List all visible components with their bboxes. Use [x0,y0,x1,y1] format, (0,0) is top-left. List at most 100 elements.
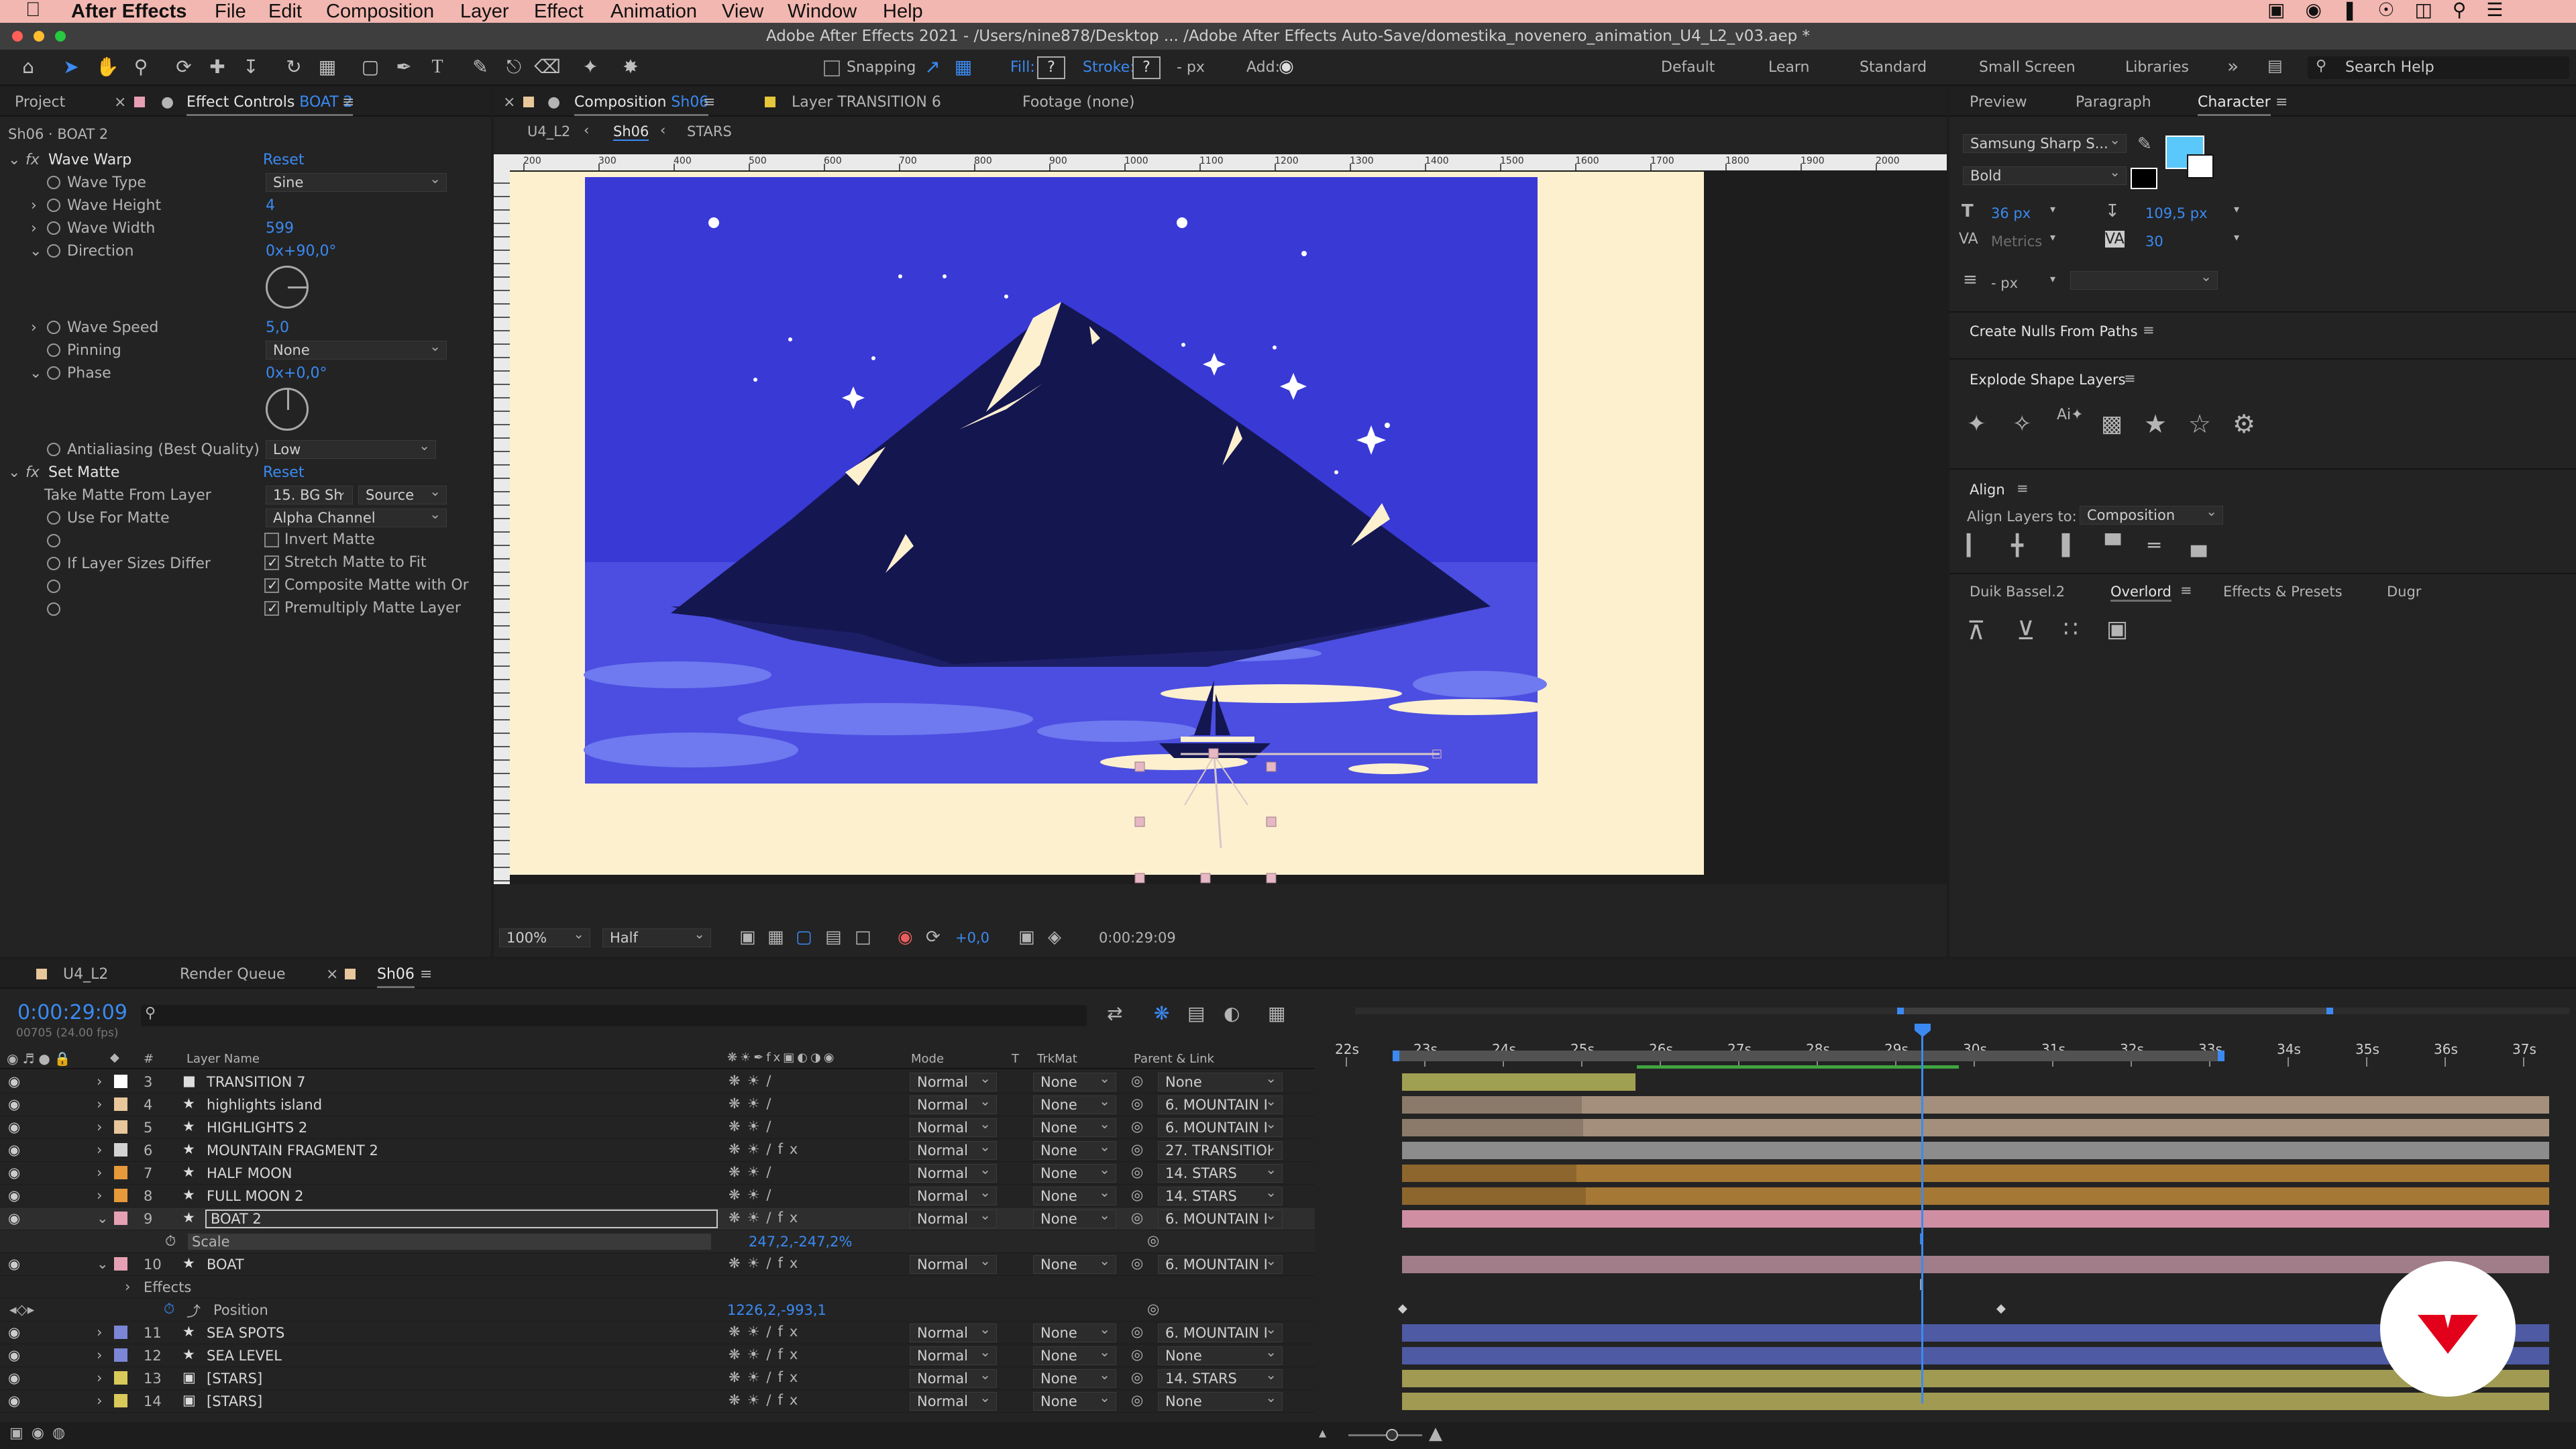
split-shapes-icon[interactable]: ∷ [2063,616,2078,643]
blending-mode-dropdown[interactable]: Normal [910,1389,997,1411]
parent-dropdown[interactable]: 14. STARS [1158,1366,1283,1388]
blending-mode-dropdown[interactable]: Normal [910,1161,997,1183]
invert-matte-checkbox[interactable] [264,533,279,547]
rectangle-tool-icon[interactable]: ▢ [357,54,384,80]
layer-row[interactable]: ◉ › 4 ★ highlights island ❋☀∕ Normal None ◎ 6. MO… [0,1092,1315,1116]
explode-stars-alt-icon[interactable]: ✧ [2012,411,2032,437]
draft-3d-icon[interactable]: ❋ [1154,1002,1169,1024]
track-matte-dropdown[interactable]: None [1033,1138,1116,1160]
layer-switches[interactable]: ❋☀∕fx [729,1255,804,1271]
tab-character[interactable]: Character [2198,94,2271,116]
layer-label-swatch[interactable] [114,1166,127,1179]
twirl-icon[interactable]: › [97,1347,102,1363]
visibility-eye-icon[interactable]: ◉ [8,1073,20,1089]
track-matte-dropdown[interactable]: None [1033,1320,1116,1342]
fx-icon[interactable]: fx [25,464,40,481]
stopwatch-icon[interactable] [47,557,60,570]
leading-value[interactable]: 109,5 px [2145,205,2208,221]
col-trkmat[interactable]: TrkMat [1037,1052,1077,1066]
region-of-interest-icon[interactable]: ▣ [739,927,756,947]
visibility-eye-icon[interactable]: ◉ [8,1370,20,1386]
panel-menu-icon[interactable]: ≡ [2124,370,2136,386]
parent-dropdown[interactable]: 6. MOUNTAIN I [1158,1092,1283,1114]
blending-mode-dropdown[interactable]: Normal [910,1183,997,1205]
panel-menu-icon[interactable]: ≡ [2017,480,2029,496]
fx-icon[interactable]: fx [25,152,40,168]
parent-dropdown[interactable]: 14. STARS [1158,1161,1283,1183]
snapshot-icon[interactable]: ▣ [1018,927,1035,947]
graph-icon[interactable]: ⤴ [186,1301,201,1321]
menu-composition[interactable]: Composition [326,1,434,23]
tab-paragraph[interactable]: Paragraph [2076,94,2151,111]
workspace-standard[interactable]: Standard [1860,59,1927,76]
zoom-out-icon[interactable]: ▴ [1319,1425,1326,1442]
track-matte-dropdown[interactable]: None [1033,1069,1116,1091]
layer-row[interactable]: ◉ › 3 ■ TRANSITION 7 ❋☀∕ Normal None ◎ None [0,1069,1315,1093]
layer-row[interactable]: ◉ › 8 ★ FULL MOON 2 ❋☀∕ Normal None ◎ 14. STARS [0,1183,1315,1208]
text-color-black-swatch[interactable] [2131,168,2157,189]
layer-row[interactable]: ◉ › 6 ★ MOUNTAIN FRAGMENT 2 ❋☀∕fx Normal None ◎ 2… [0,1138,1315,1162]
layer-name[interactable]: HIGHLIGHTS 2 [207,1120,307,1136]
timeline-timecode[interactable]: 0:00:29:09 [17,1001,127,1024]
resolution-dropdown[interactable]: Half [602,925,711,947]
layer-row[interactable]: ◉ › 14 ▣ [STARS] ❋☀∕fx Normal None ◎ None [0,1389,1315,1413]
stroke-width-value[interactable]: - px [1991,275,2018,291]
overlord-settings-icon[interactable]: ▣ [2106,616,2128,643]
parent-dropdown[interactable]: 6. MOUNTAIN I [1158,1252,1283,1274]
panel-lock-icon[interactable]: ● [547,94,560,111]
pick-whip-icon[interactable]: ◎ [1131,1095,1143,1112]
antialiasing-dropdown[interactable]: Low [266,437,436,459]
set-matte-reset-button[interactable]: Reset [263,464,304,481]
parent-dropdown[interactable]: 27. TRANSITIOI [1158,1138,1283,1160]
set-matte-effect[interactable]: ⌄ fx Set Matte Reset [0,462,491,484]
eraser-tool-icon[interactable]: ⌫ [534,54,561,80]
layer-switches[interactable]: ❋☀∕fx [729,1369,804,1385]
premultiply-option[interactable]: Premultiply Matte Layer [264,600,461,616]
mask-visibility-icon[interactable]: ▢ [796,927,812,947]
align-vcenter-icon[interactable]: ═ [2148,534,2160,557]
menu-file[interactable]: File [215,1,246,23]
layer-switches[interactable]: ❋☀∕fx [729,1210,804,1226]
star-filled-icon[interactable]: ★ [2144,409,2167,439]
settings-gear-icon[interactable]: ⚙ [2233,409,2255,439]
twirl-icon[interactable]: › [97,1119,102,1135]
premultiply-checkbox[interactable] [264,600,279,616]
blending-mode-dropdown[interactable]: Normal [910,1366,997,1388]
fill-swatch[interactable]: ? [1037,56,1065,79]
tab-effect-controls[interactable]: Effect Controls BOAT 2 [186,94,353,116]
tracking-value[interactable]: 30 [2145,233,2163,250]
panel-menu-icon[interactable]: ≡ [342,94,354,111]
grid-guides-icon[interactable]: ▤ [825,927,842,947]
take-matte-layer-dropdown[interactable]: 15. BG Sh [266,482,353,504]
stretch-matte-checkbox[interactable] [264,554,279,570]
visibility-eye-icon[interactable]: ◉ [8,1393,20,1409]
motion-blur-icon[interactable]: ◐ [1224,1002,1240,1024]
layer-name[interactable]: SEA LEVEL [207,1348,282,1364]
tab-u4-l2[interactable]: U4_L2 [63,966,108,983]
blending-mode-dropdown[interactable]: Normal [910,1138,997,1160]
visibility-eye-icon[interactable]: ◉ [8,1096,20,1112]
phase-dial[interactable] [266,388,309,431]
zoom-tool-icon[interactable]: ⚲ [127,54,154,80]
wave-speed-value[interactable]: 5,0 [266,319,289,336]
pick-whip-icon[interactable]: ◎ [1131,1187,1143,1203]
stopwatch-icon[interactable] [47,443,60,456]
layer-name[interactable]: BOAT 2 [205,1210,718,1228]
dropdown-arrow-icon[interactable]: ▾ [2050,231,2055,244]
parent-dropdown[interactable]: 6. MOUNTAIN I [1158,1115,1283,1137]
twirl-icon[interactable]: › [97,1073,102,1089]
layer-duration-bar[interactable] [1402,1256,2549,1273]
dolly-tool-icon[interactable]: ↧ [237,54,264,80]
channel-icon[interactable]: □ [855,927,871,947]
layer-row[interactable]: ◉ ⌄ 10 ★ BOAT ❋☀∕fx Normal None ◎ 6. MOUNTAIN I [0,1252,1315,1276]
layer-duration-bar[interactable] [1402,1142,2549,1159]
twirl-icon[interactable]: › [97,1142,102,1158]
show-snapshot-icon[interactable]: ◈ [1048,927,1061,947]
explode-stars-icon[interactable]: ✦ [1967,411,1986,437]
tab-render-queue[interactable]: Render Queue [180,966,286,983]
layer-name[interactable]: MOUNTAIN FRAGMENT 2 [207,1142,378,1159]
snap-features-icon[interactable]: ▦ [950,54,977,80]
pull-from-ai-icon[interactable]: ⊻ [2017,616,2035,645]
stopwatch-icon[interactable]: ⏱ [164,1301,174,1318]
set-matte-twirl-icon[interactable]: ⌄ [8,464,20,481]
